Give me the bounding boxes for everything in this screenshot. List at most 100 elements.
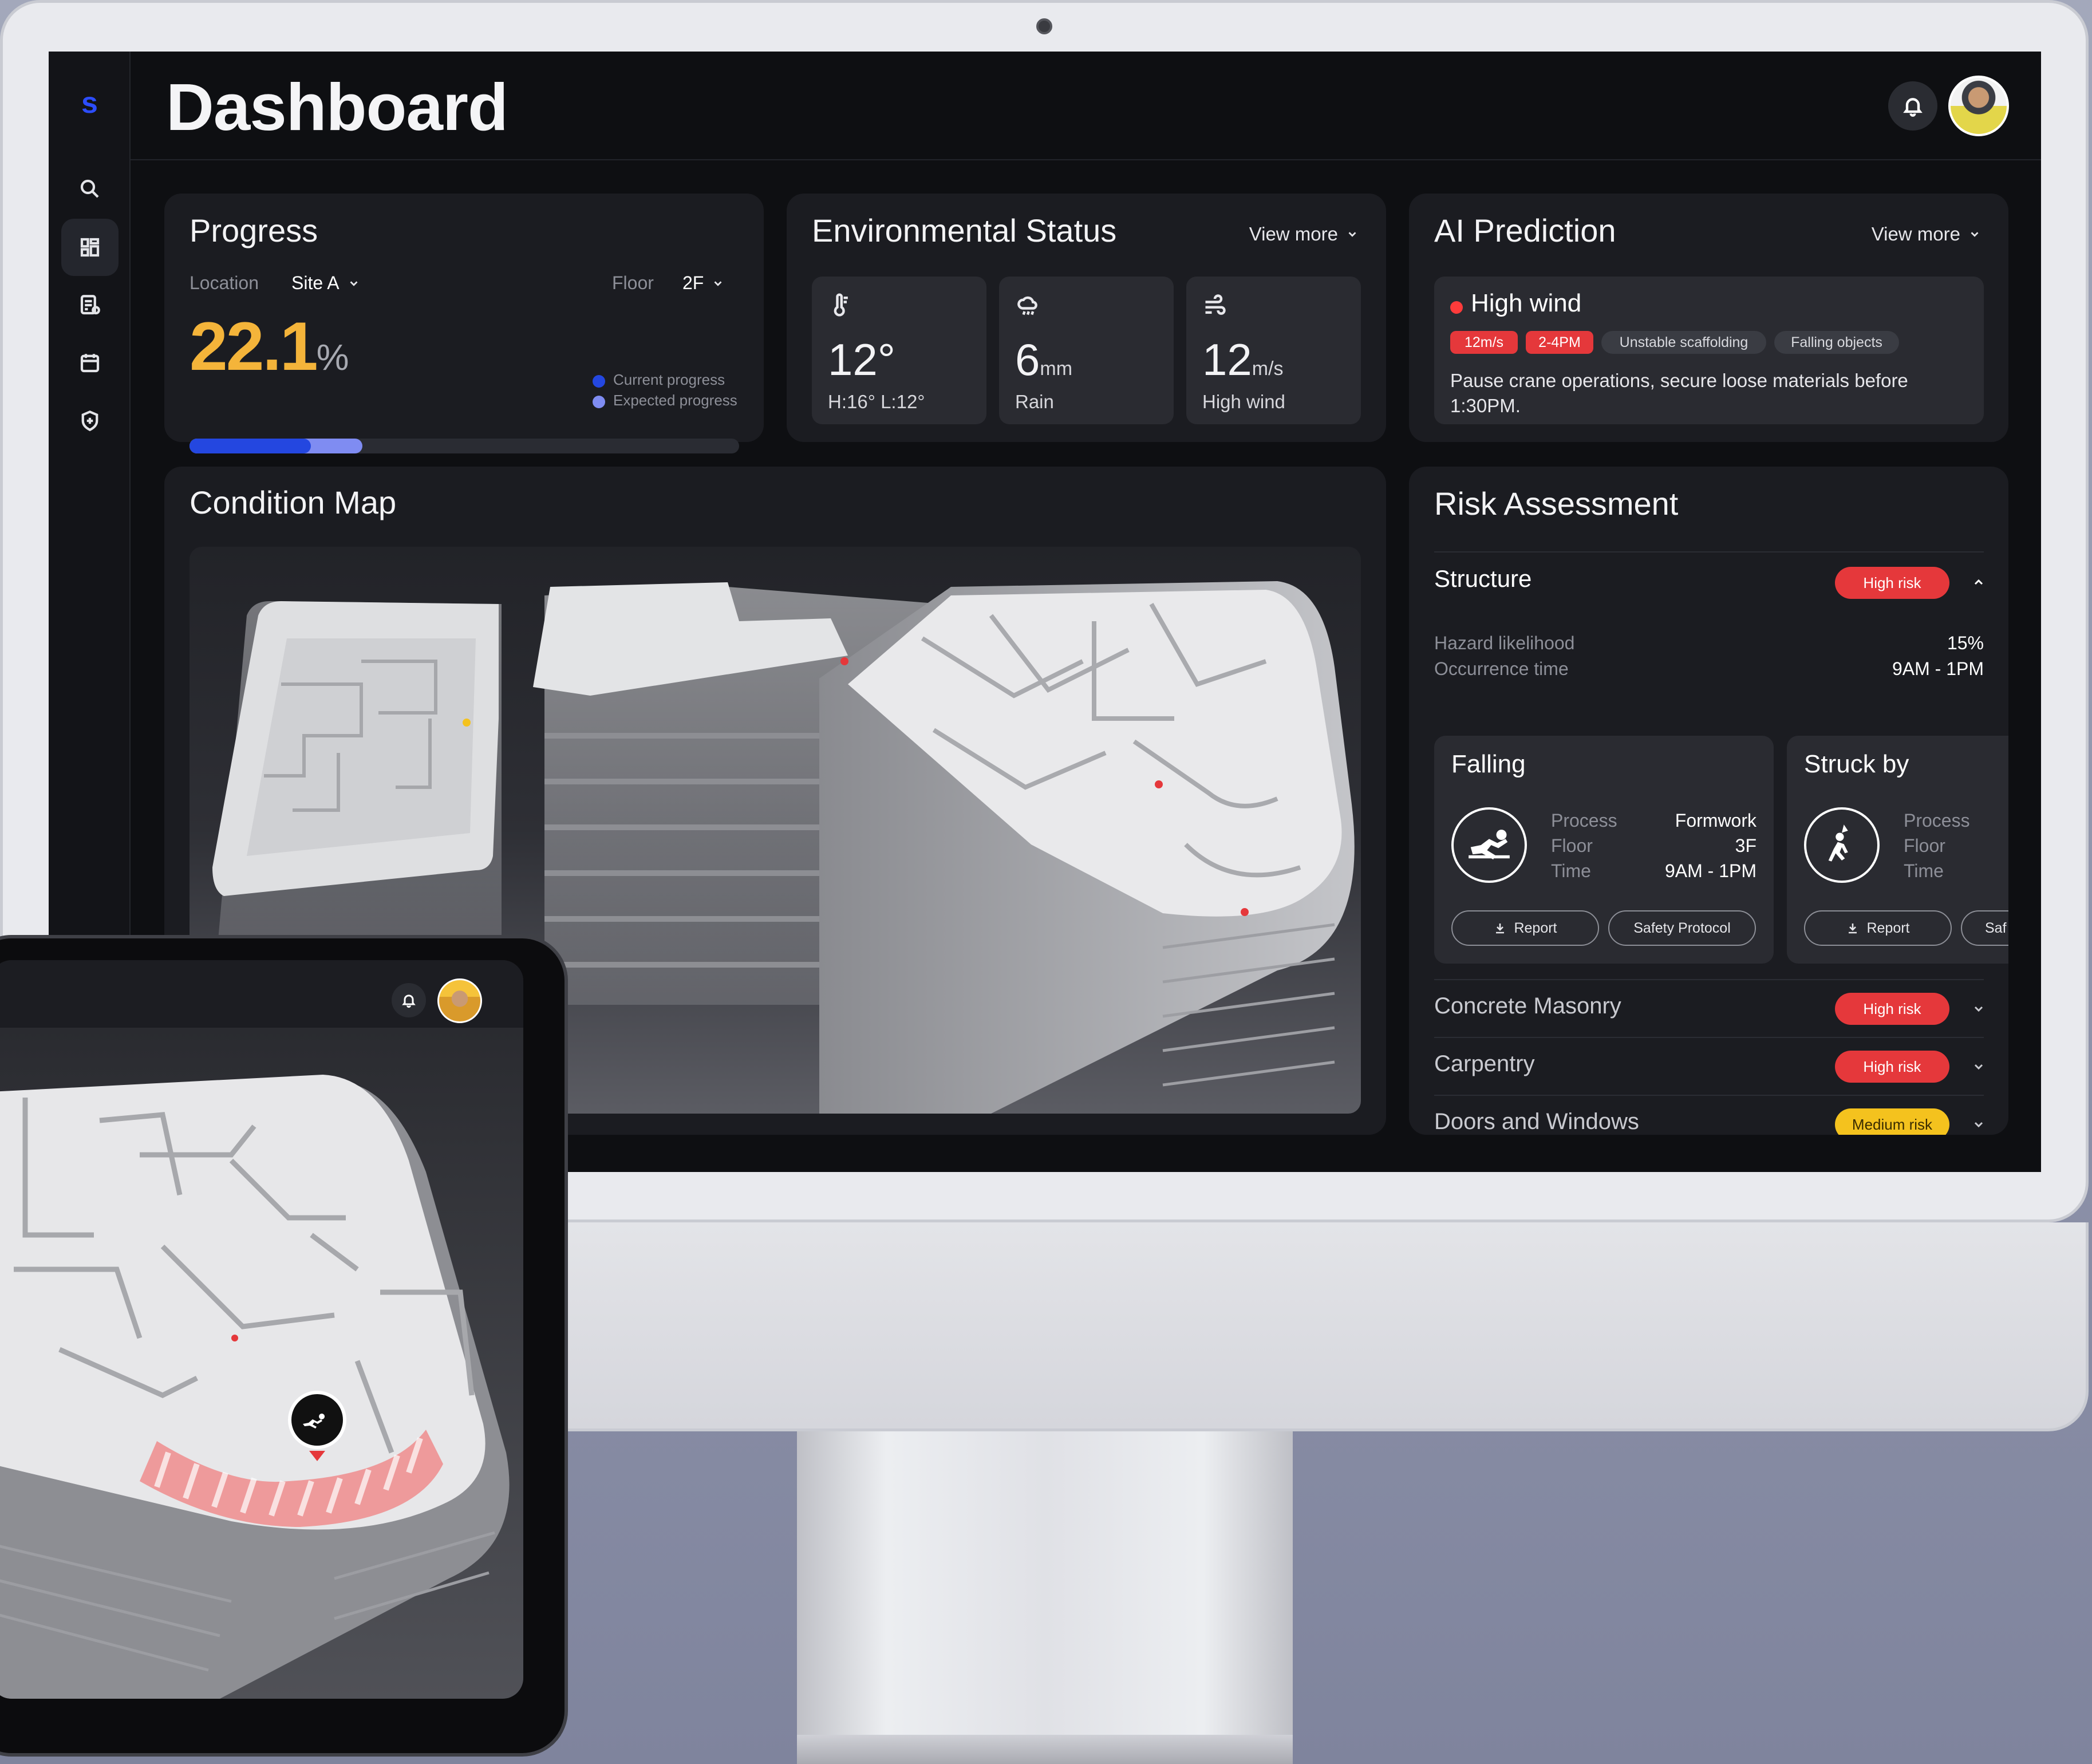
progress-card: Progress Location Site A Floor 2F 22.1% … [164, 194, 764, 453]
chevron-up-icon[interactable] [1972, 575, 1986, 589]
map-marker-alert-3[interactable] [1241, 908, 1249, 916]
report-label: Report [1514, 920, 1557, 936]
falling-person-icon [1451, 807, 1527, 883]
rain-number: 6 [1015, 334, 1040, 385]
falling-time-label: Time [1551, 861, 1591, 881]
temperature-tile[interactable]: 12° H:16° L:12° [812, 277, 986, 424]
safety-protocol-label: Safety Protocol [1633, 920, 1731, 936]
sidebar-item-reports[interactable] [61, 277, 119, 334]
location-value: Site A [291, 273, 340, 293]
download-icon [1849, 924, 1857, 934]
tablet-user-avatar[interactable] [437, 978, 482, 1023]
floor-select[interactable]: 2F [682, 273, 724, 294]
sidebar-item-dashboard[interactable] [61, 219, 119, 276]
accordion-carpentry[interactable]: Carpentry [1434, 1051, 1535, 1077]
falling-title: Falling [1451, 750, 1526, 778]
struck-floor-label: Floor [1904, 835, 1945, 856]
temperature-number: 12° [828, 334, 895, 385]
sidebar-item-calendar[interactable] [61, 334, 119, 392]
map-marker-warning[interactable] [463, 719, 471, 727]
bell-icon [402, 995, 416, 1008]
rain-unit: mm [1040, 358, 1073, 380]
bell-icon [1903, 98, 1923, 117]
chip-falling-objects: Falling objects [1774, 331, 1899, 354]
wind-tile[interactable]: 12m/s High wind [1186, 277, 1361, 424]
progress-percent-unit: % [316, 337, 349, 378]
occurrence-time-label: Occurrence time [1434, 658, 1569, 679]
falling-process-value: Formwork [1675, 810, 1757, 831]
chevron-down-icon [1971, 232, 1979, 237]
tablet-building-model [0, 1075, 510, 1699]
report-label: Report [1866, 920, 1910, 936]
rain-tile[interactable]: 6mm Rain [999, 277, 1174, 424]
hazard-likelihood-label: Hazard likelihood [1434, 633, 1575, 653]
ai-title: AI Prediction [1434, 212, 1616, 248]
carpentry-risk-badge: High risk [1835, 1051, 1949, 1083]
chevron-down-icon[interactable] [1972, 1060, 1986, 1074]
falling-safety-protocol-button[interactable]: Safety Protocol [1608, 910, 1756, 946]
calendar-icon [80, 354, 100, 373]
progress-bar-current [190, 439, 311, 453]
hazard-likelihood-value: 15% [1947, 633, 1984, 653]
progress-percent-value: 22.1 [190, 308, 318, 385]
app-logo[interactable]: s [49, 86, 131, 120]
tablet-screen [0, 960, 523, 1699]
falling-floor-value: 3F [1735, 835, 1757, 856]
location-label: Location [190, 273, 259, 293]
concrete-risk-badge: High risk [1835, 993, 1949, 1025]
chevron-down-icon[interactable] [1972, 1118, 1986, 1131]
location-select[interactable]: Site A [291, 273, 360, 294]
environmental-status-card: Environmental Status View more 12° H:16°… [787, 194, 1386, 442]
tablet-floor-map[interactable] [0, 1029, 523, 1699]
chevron-down-icon [350, 281, 358, 286]
progress-bar [190, 439, 739, 453]
structure-risk-badge: High risk [1835, 567, 1949, 599]
accordion-concrete-masonry[interactable]: Concrete Masonry [1434, 993, 1621, 1019]
chevron-down-icon[interactable] [1972, 1002, 1986, 1016]
ai-alert-title: High wind [1471, 289, 1582, 317]
temperature-range: H:16° L:12° [828, 391, 925, 412]
occurrence-time-value: 9AM - 1PM [1892, 658, 1984, 679]
rain-label: Rain [1015, 391, 1054, 412]
struck-safety-protocol-button[interactable]: Saf [1961, 910, 2008, 946]
accordion-doors-windows[interactable]: Doors and Windows [1434, 1109, 1639, 1135]
floor-value: 2F [682, 273, 704, 293]
top-bar: Dashboard [131, 52, 2041, 160]
user-avatar[interactable] [1948, 76, 2009, 136]
progress-title: Progress [190, 212, 318, 248]
chevron-down-icon [714, 281, 722, 286]
wind-number: 12 [1202, 334, 1252, 385]
camera-icon [1036, 18, 1052, 34]
chip-scaffolding: Unstable scaffolding [1601, 331, 1766, 354]
tablet-map-marker[interactable] [231, 1335, 238, 1341]
wind-value: 12m/s [1202, 334, 1284, 386]
wind-icon [1205, 294, 1226, 315]
chip-wind-speed: 12m/s [1450, 331, 1518, 354]
map-marker-alert-2[interactable] [1155, 780, 1163, 788]
ai-alert[interactable]: High wind 12m/s 2-4PM Unstable scaffoldi… [1434, 277, 1984, 424]
thermometer-icon [834, 293, 848, 317]
notifications-button[interactable] [1888, 81, 1937, 131]
wind-label: High wind [1202, 391, 1285, 412]
dashboard-grid-icon [80, 238, 100, 257]
map-marker-alert-1[interactable] [840, 657, 848, 665]
legend-current-swatch [593, 375, 605, 388]
view-more-label: View more [1249, 223, 1338, 244]
doors-risk-badge: Medium risk [1835, 1108, 1949, 1135]
ai-view-more[interactable]: View more [1872, 223, 1981, 245]
legend-expected: Expected progress [613, 392, 737, 409]
sidebar-item-safety[interactable] [61, 392, 119, 449]
falling-report-button[interactable]: Report [1451, 910, 1599, 946]
tablet-notifications-button[interactable] [392, 983, 426, 1017]
page-title: Dashboard [166, 70, 508, 144]
struck-by-title: Struck by [1804, 750, 1909, 778]
environment-view-more[interactable]: View more [1249, 223, 1359, 245]
divider [1434, 551, 1984, 553]
struck-report-button[interactable]: Report [1804, 910, 1952, 946]
sidebar-item-search[interactable] [61, 160, 119, 218]
falling-hazard-card[interactable]: Falling Process Floor Time Formwork 3F 9… [1434, 736, 1774, 964]
struck-by-hazard-card[interactable]: Struck by Process Floor Time Report Saf [1787, 736, 2008, 964]
falling-floor-label: Floor [1551, 835, 1593, 856]
imac-stand-foot [797, 1735, 1293, 1764]
ai-message: Pause crane operations, secure loose mat… [1450, 370, 1908, 416]
